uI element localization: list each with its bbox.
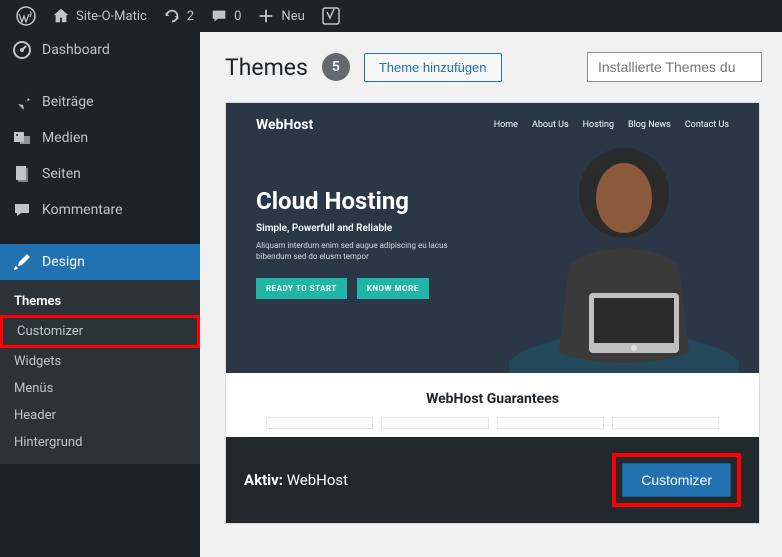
sidebar-item-label: Seiten bbox=[42, 166, 81, 182]
highlight-customize-button: Customizer bbox=[612, 453, 741, 507]
comment-icon bbox=[210, 7, 228, 25]
yoast-link[interactable] bbox=[313, 0, 349, 32]
appearance-submenu: Themes Customizer Widgets Menüs Header H… bbox=[0, 280, 200, 464]
submenu-item-themes[interactable]: Themes bbox=[0, 288, 200, 315]
submenu-item-background[interactable]: Hintergrund bbox=[0, 429, 200, 456]
refresh-icon bbox=[163, 7, 181, 25]
sidebar-item-pages[interactable]: Seiten bbox=[0, 156, 200, 192]
customize-button[interactable]: Customizer bbox=[622, 463, 731, 497]
brush-icon bbox=[12, 252, 32, 272]
submenu-item-customizer[interactable]: Customizer bbox=[3, 318, 197, 345]
updates-link[interactable]: 2 bbox=[155, 0, 202, 32]
main-content: Themes 5 Theme hinzufügen WebHost Home A… bbox=[200, 32, 782, 524]
preview-lower-title: WebHost Guarantees bbox=[226, 391, 759, 407]
comments-icon bbox=[12, 200, 32, 220]
comments-count: 0 bbox=[234, 9, 241, 24]
theme-count-badge: 5 bbox=[322, 53, 350, 81]
preview-logo: WebHost bbox=[256, 117, 313, 133]
sidebar-item-appearance[interactable]: Design bbox=[0, 244, 200, 280]
active-theme-label: Aktiv: WebHost bbox=[244, 471, 348, 489]
add-theme-button[interactable]: Theme hinzufügen bbox=[364, 53, 502, 82]
home-icon bbox=[52, 7, 70, 25]
admin-sidebar: Dashboard Beiträge Medien Seiten Komment… bbox=[0, 32, 200, 557]
preview-lower-section: WebHost Guarantees bbox=[226, 373, 759, 437]
hero-illustration bbox=[509, 123, 739, 373]
submenu-item-header[interactable]: Header bbox=[0, 402, 200, 429]
pages-icon bbox=[12, 164, 32, 184]
comments-link[interactable]: 0 bbox=[202, 0, 249, 32]
sidebar-item-media[interactable]: Medien bbox=[0, 120, 200, 156]
sidebar-item-posts[interactable]: Beiträge bbox=[0, 84, 200, 120]
sidebar-item-label: Medien bbox=[42, 130, 88, 146]
sidebar-item-label: Kommentare bbox=[42, 202, 123, 218]
theme-screenshot: WebHost Home About Us Hosting Blog News … bbox=[226, 103, 759, 373]
submenu-item-menus[interactable]: Menüs bbox=[0, 375, 200, 402]
sidebar-item-comments[interactable]: Kommentare bbox=[0, 192, 200, 228]
wp-logo-menu[interactable] bbox=[8, 0, 44, 32]
new-label: Neu bbox=[281, 9, 304, 24]
admin-bar: Site-O-Matic 2 0 Neu bbox=[0, 0, 782, 32]
pin-icon bbox=[12, 92, 32, 112]
plus-icon bbox=[257, 7, 275, 25]
new-content-link[interactable]: Neu bbox=[249, 0, 312, 32]
highlight-customizer: Customizer bbox=[0, 315, 200, 348]
updates-count: 2 bbox=[187, 9, 194, 24]
wordpress-icon bbox=[16, 6, 36, 26]
page-title: Themes bbox=[225, 54, 308, 81]
submenu-item-widgets[interactable]: Widgets bbox=[0, 348, 200, 375]
preview-cta-1: READY TO START bbox=[256, 278, 347, 299]
page-header: Themes 5 Theme hinzufügen bbox=[225, 52, 762, 82]
active-theme-card[interactable]: WebHost Home About Us Hosting Blog News … bbox=[225, 102, 760, 524]
sidebar-item-label: Beiträge bbox=[42, 94, 94, 110]
sidebar-item-dashboard[interactable]: Dashboard bbox=[0, 32, 200, 68]
media-icon bbox=[12, 128, 32, 148]
sidebar-item-label: Dashboard bbox=[42, 42, 110, 58]
site-name: Site-O-Matic bbox=[76, 9, 147, 24]
theme-card-footer: Aktiv: WebHost Customizer bbox=[226, 437, 759, 523]
sidebar-item-label: Design bbox=[42, 254, 85, 270]
preview-desc: Aliquam interdum enim sed augue adipisci… bbox=[256, 240, 476, 262]
preview-cta-2: KNOW MORE bbox=[357, 278, 429, 299]
yoast-icon bbox=[321, 6, 341, 26]
search-themes-input[interactable] bbox=[587, 52, 762, 82]
site-name-link[interactable]: Site-O-Matic bbox=[44, 0, 155, 32]
dashboard-icon bbox=[12, 40, 32, 60]
